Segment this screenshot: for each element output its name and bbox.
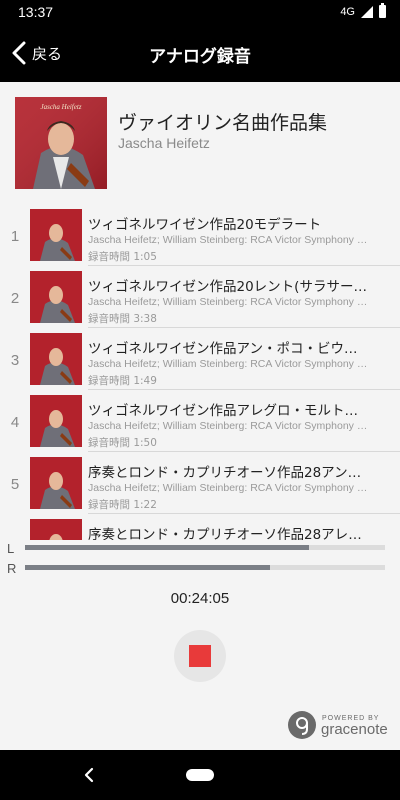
status-time: 13:37 — [18, 4, 54, 20]
track-list: 1 ツィゴネルワイゼン作品20モデラート Jascha Heifetz; Wil… — [0, 204, 400, 540]
level-meter-left — [25, 545, 385, 550]
track-cover — [30, 333, 82, 385]
track-row[interactable]: 3 ツィゴネルワイゼン作品アン・ポコ・ビウレント(サラサーテ) Jascha H… — [0, 328, 400, 390]
album-cover: Jascha Heifetz — [15, 97, 107, 189]
stop-button[interactable] — [174, 630, 226, 682]
meter-label-right: R — [7, 561, 17, 576]
nav-back-icon[interactable] — [82, 765, 96, 785]
track-cover — [30, 457, 82, 509]
gracenote-wordmark: gracenote — [321, 721, 388, 738]
elapsed-time: 00:24:05 — [170, 590, 230, 607]
track-title: ツィゴネルワイゼン作品アン・ポコ・ビウレント(サラサーテ) — [88, 341, 370, 357]
track-duration: 録音時間 1:22 — [88, 499, 157, 511]
system-nav-bar — [0, 750, 400, 800]
track-number: 5 — [10, 476, 20, 493]
level-meter-right-fill — [25, 565, 270, 570]
status-icons: 4G — [340, 3, 386, 18]
track-title: ツィゴネルワイゼン作品20モデラート — [88, 217, 322, 233]
track-row[interactable]: 4 ツィゴネルワイゼン作品アレグロ・モルト・ヴィヴァーチェ Jascha Hei… — [0, 390, 400, 452]
level-meter-left-fill — [25, 545, 310, 550]
track-duration: 録音時間 3:38 — [88, 313, 157, 325]
track-artist: Jascha Heifetz; William Steinberg: RCA V… — [88, 296, 370, 308]
track-row[interactable]: 5 序奏とロンド・カプリチオーソ作品28アンダンテ・マリンコニコ Jascha … — [0, 452, 400, 514]
page-title: アナログ録音 — [149, 47, 251, 67]
track-artist: Jascha Heifetz; William Steinberg: RCA V… — [88, 358, 370, 370]
network-type: 4G — [340, 5, 355, 18]
track-row[interactable]: 2 ツィゴネルワイゼン作品20レント(サラサーテ) Jascha Heifetz… — [0, 266, 400, 328]
level-meter-right — [25, 565, 385, 570]
track-number: 2 — [10, 290, 20, 307]
track-number: 4 — [10, 414, 20, 431]
track-cover — [30, 395, 82, 447]
track-title: ツィゴネルワイゼン作品アレグロ・モルト・ヴィヴァーチェ — [88, 403, 370, 419]
battery-icon — [379, 3, 386, 18]
track-artist: Jascha Heifetz; William Steinberg: RCA V… — [88, 234, 370, 246]
track-title: 序奏とロンド・カプリチオーソ作品28アンダンテ・マリンコニコ — [88, 465, 370, 481]
app-header: 戻る アナログ録音 — [0, 24, 400, 82]
signal-icon — [361, 5, 373, 18]
track-title: ツィゴネルワイゼン作品20レント(サラサーテ) — [88, 279, 370, 295]
track-row[interactable]: 1 ツィゴネルワイゼン作品20モデラート Jascha Heifetz; Wil… — [0, 204, 400, 266]
track-title: 序奏とロンド・カプリチオーソ作品28アレグロ・マ・ノン・トロッポ — [88, 527, 370, 540]
track-duration: 録音時間 1:50 — [88, 437, 157, 449]
gracenote-logo: POWERED BY gracenote — [288, 710, 392, 742]
stop-icon — [189, 645, 211, 667]
cover-caption: Jascha Heifetz — [40, 103, 81, 111]
meter-label-left: L — [7, 541, 15, 556]
track-cover — [30, 519, 82, 540]
track-cover — [30, 209, 82, 261]
album-artist: Jascha Heifetz — [118, 135, 210, 151]
track-cover — [30, 271, 82, 323]
track-row[interactable]: 序奏とロンド・カプリチオーソ作品28アレグロ・マ・ノン・トロッポ — [0, 514, 400, 540]
track-duration: 録音時間 1:05 — [88, 251, 157, 263]
track-artist: Jascha Heifetz; William Steinberg: RCA V… — [88, 420, 370, 432]
album-title: ヴァイオリン名曲作品集 — [118, 112, 328, 134]
main-content: Jascha Heifetz ヴァイオリン名曲作品集 Jascha Heifet… — [0, 82, 400, 750]
track-number: 3 — [10, 352, 20, 369]
gracenote-icon — [288, 711, 316, 739]
nav-home-pill[interactable] — [186, 769, 214, 781]
status-bar: 13:37 4G — [0, 0, 400, 24]
track-artist: Jascha Heifetz; William Steinberg: RCA V… — [88, 482, 370, 494]
track-number: 1 — [10, 228, 20, 245]
track-duration: 録音時間 1:49 — [88, 375, 157, 387]
